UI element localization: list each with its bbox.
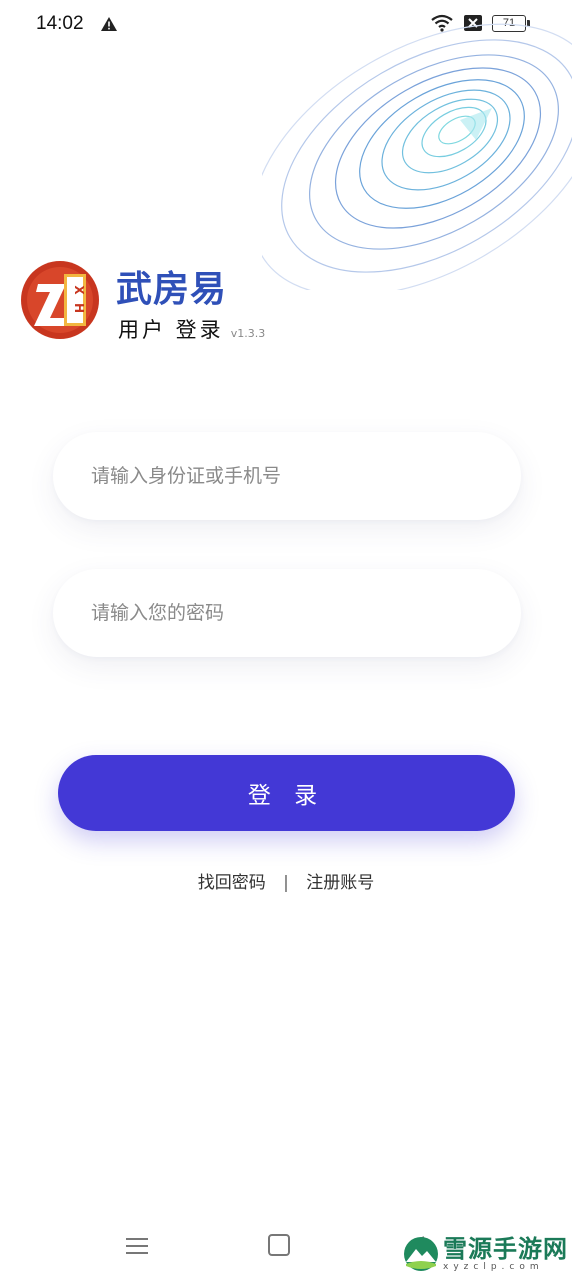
links-separator: | — [283, 873, 289, 893]
home-icon[interactable] — [268, 1234, 290, 1256]
password-input[interactable] — [53, 569, 521, 657]
forgot-password-link[interactable]: 找回密码 — [198, 873, 266, 893]
id-or-phone-input[interactable] — [53, 432, 521, 520]
status-time: 14:02 — [36, 13, 84, 34]
svg-text:H: H — [72, 303, 86, 313]
mountain-logo-icon — [404, 1237, 438, 1271]
svg-text:X: X — [72, 285, 86, 295]
version-label: v1.3.3 — [230, 327, 266, 340]
warning-icon — [101, 17, 117, 31]
watermark-url: xyzclp.com — [443, 1262, 544, 1272]
watermark-title: 雪源手游网 — [443, 1234, 568, 1263]
watermark: 雪源手游网 xyzclp.com — [403, 1236, 568, 1272]
login-subtitle-row: 用户 登录 v1.3.3 — [118, 314, 265, 344]
login-button[interactable]: 登 录 — [58, 755, 515, 831]
account-links: 找回密码 | 注册账号 — [0, 868, 572, 893]
app-logo: X H — [21, 261, 99, 339]
decorative-swirl — [262, 23, 572, 290]
register-link[interactable]: 注册账号 — [306, 873, 374, 893]
menu-icon[interactable] — [126, 1236, 148, 1256]
app-name: 武房易 — [116, 268, 228, 310]
login-subtitle: 用户 登录 — [118, 318, 224, 342]
